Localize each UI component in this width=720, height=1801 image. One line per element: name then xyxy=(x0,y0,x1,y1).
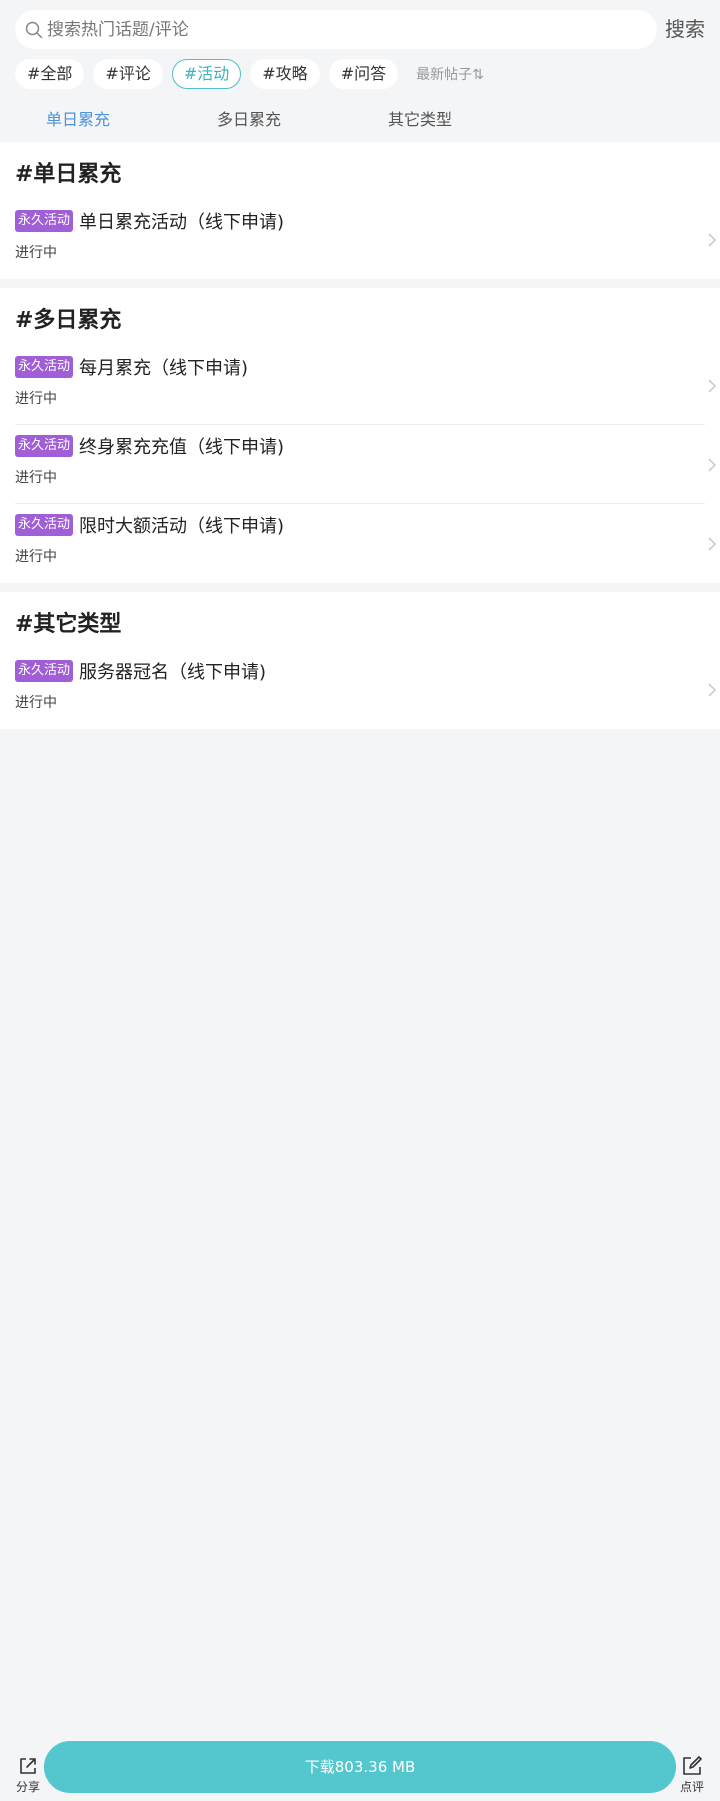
badge: 永久活动 xyxy=(15,660,74,682)
list-item[interactable]: 永久活动 终身累充充值（线下申请) 进行中 xyxy=(15,425,717,504)
section-title: #其它类型 xyxy=(15,612,122,637)
share-button[interactable]: 分享 xyxy=(8,1755,48,1795)
chevron-right-icon xyxy=(708,233,717,247)
item-status: 进行中 xyxy=(15,391,57,407)
chip-comments[interactable]: #评论 xyxy=(93,59,163,89)
list-item[interactable]: 永久活动 服务器冠名（线下申请) 进行中 xyxy=(15,650,717,729)
item-status: 进行中 xyxy=(15,245,57,261)
badge: 永久活动 xyxy=(15,356,74,378)
item-status: 进行中 xyxy=(15,470,57,486)
chevron-right-icon xyxy=(708,379,717,393)
badge: 永久活动 xyxy=(15,514,74,536)
badge: 永久活动 xyxy=(15,210,74,232)
section-other: #其它类型 永久活动 服务器冠名（线下申请) 进行中 xyxy=(0,592,720,729)
badge: 永久活动 xyxy=(15,435,74,457)
review-label: 点评 xyxy=(679,1780,704,1794)
review-button[interactable]: 点评 xyxy=(672,1755,712,1795)
search-icon xyxy=(25,21,43,38)
section-multi-day: #多日累充 永久活动 每月累充（线下申请) 进行中 永久活动 终身累充充值（线下… xyxy=(0,288,720,583)
search-input[interactable] xyxy=(47,14,637,45)
chip-guides[interactable]: #攻略 xyxy=(250,59,320,89)
list-item[interactable]: 永久活动 单日累充活动（线下申请) 进行中 xyxy=(15,200,717,279)
chip-all[interactable]: #全部 xyxy=(15,59,85,89)
header: 搜索 #全部 #评论 #活动 #攻略 #问答 最新帖子⇅ 单日累充 多日累充 其… xyxy=(0,0,720,142)
chip-activities[interactable]: #活动 xyxy=(171,59,242,89)
bottom-bar: 分享 下载803.36 MB 点评 xyxy=(0,1741,720,1801)
item-status: 进行中 xyxy=(15,695,57,711)
download-button[interactable]: 下载803.36 MB xyxy=(44,1741,676,1793)
item-title: 每月累充（线下申请) xyxy=(79,358,249,379)
sort-button[interactable]: 最新帖子⇅ xyxy=(416,64,484,84)
tab-multi-day[interactable]: 多日累充 xyxy=(217,106,281,130)
tab-other[interactable]: 其它类型 xyxy=(388,106,452,130)
tab-single-day[interactable]: 单日累充 xyxy=(46,106,110,130)
edit-icon xyxy=(683,1756,702,1775)
chevron-right-icon xyxy=(708,683,717,697)
list-item[interactable]: 永久活动 限时大额活动（线下申请) 进行中 xyxy=(15,504,717,583)
search-bar: 搜索 xyxy=(15,10,705,49)
section-single-day: #单日累充 永久活动 单日累充活动（线下申请) 进行中 xyxy=(0,142,720,279)
item-title: 单日累充活动（线下申请) xyxy=(79,212,285,233)
item-status: 进行中 xyxy=(15,549,57,565)
item-title: 终身累充充值（线下申请) xyxy=(79,437,285,458)
category-tabs: 单日累充 多日累充 其它类型 xyxy=(0,106,720,136)
chevron-right-icon xyxy=(708,537,717,551)
search-box[interactable] xyxy=(15,10,657,49)
chevron-right-icon xyxy=(708,458,717,472)
topic-chips: #全部 #评论 #活动 #攻略 #问答 最新帖子⇅ xyxy=(15,59,484,89)
chip-qa[interactable]: #问答 xyxy=(328,59,399,89)
share-icon xyxy=(20,1758,36,1774)
item-title: 服务器冠名（线下申请) xyxy=(79,662,267,683)
search-button[interactable]: 搜索 xyxy=(665,10,705,49)
share-label: 分享 xyxy=(15,1780,40,1794)
section-title: #多日累充 xyxy=(15,308,122,333)
list-item[interactable]: 永久活动 每月累充（线下申请) 进行中 xyxy=(15,346,717,425)
item-title: 限时大额活动（线下申请) xyxy=(79,516,285,537)
section-title: #单日累充 xyxy=(15,162,122,187)
